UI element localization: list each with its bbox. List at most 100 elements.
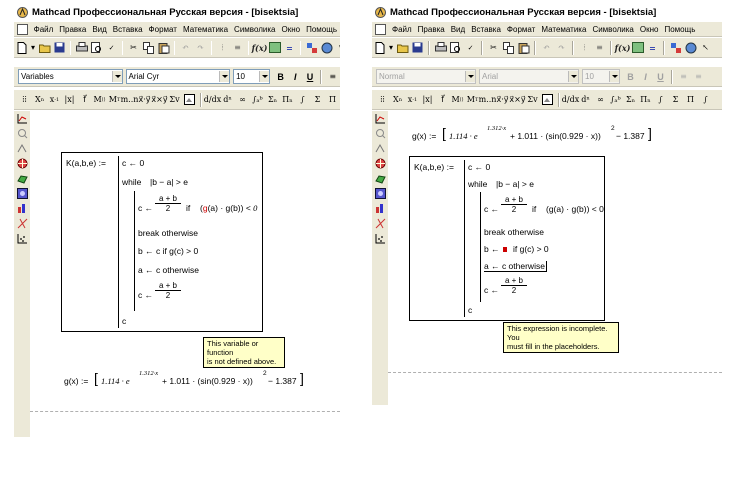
graph-palette-icon[interactable] [375, 113, 386, 124]
definite-integral-icon[interactable]: ∫ₐᵇ [609, 93, 622, 106]
resource-center-icon[interactable] [684, 41, 697, 54]
menu-view[interactable]: Вид [89, 25, 109, 34]
new-document-icon[interactable] [373, 41, 386, 54]
contour-palette-icon[interactable] [16, 188, 28, 199]
menu-file[interactable]: Файл [31, 25, 57, 34]
paste-icon[interactable] [517, 41, 530, 54]
align-down-icon[interactable]: ≡ [231, 41, 244, 54]
open-folder-icon[interactable] [38, 41, 51, 54]
underline-button[interactable]: U [654, 70, 667, 83]
menu-format[interactable]: Формат [504, 25, 538, 34]
summation-range-icon[interactable]: Σₙ [624, 93, 637, 106]
range-icon[interactable]: m..n [121, 93, 139, 106]
chevron-down-icon[interactable]: ▾ [30, 41, 36, 54]
undo-icon[interactable]: ↶ [540, 41, 553, 54]
document-icon[interactable] [375, 23, 386, 35]
product-icon[interactable]: Π [326, 93, 339, 106]
gx-definition[interactable]: g(x) := [ 1.114 · e 1.312·x + 1.011 · (s… [412, 125, 652, 147]
program-region[interactable]: K(a,b,e) := c ← 0 while |b − a| > e c ← … [61, 152, 263, 332]
vectorize-icon[interactable]: f⃗ [78, 93, 91, 106]
paste-icon[interactable] [157, 41, 170, 54]
sum-vector-icon[interactable]: Σv [526, 93, 539, 106]
align-across-icon[interactable]: ⦙ [578, 41, 591, 54]
save-icon[interactable] [411, 41, 424, 54]
surface-palette-icon[interactable] [374, 173, 386, 184]
range-icon[interactable]: m..n [479, 93, 497, 106]
bold-button[interactable]: B [274, 70, 287, 83]
font-select[interactable]: Arial [479, 69, 579, 84]
redo-icon[interactable]: ↷ [194, 41, 207, 54]
infinity-icon[interactable]: ∞ [594, 93, 607, 106]
indefinite-integral-icon[interactable]: ∫ [699, 93, 712, 106]
vector-field-palette-icon[interactable] [17, 233, 28, 244]
menu-window[interactable]: Окно [637, 25, 662, 34]
picture-icon[interactable] [541, 93, 554, 106]
redo-icon[interactable]: ↷ [555, 41, 568, 54]
calculate-icon[interactable]: = [283, 41, 296, 54]
spellcheck-icon[interactable]: ✓ [105, 41, 118, 54]
integral-icon[interactable]: ∫ [296, 93, 309, 106]
copy-icon[interactable] [502, 41, 515, 54]
trace-palette-icon[interactable] [17, 143, 28, 154]
menu-math[interactable]: Математика [180, 25, 231, 34]
bar-3d-palette-icon[interactable] [17, 203, 28, 214]
globe-palette-icon[interactable] [17, 158, 28, 169]
resource-center-icon[interactable] [320, 41, 333, 54]
menu-help[interactable]: Помощь [661, 25, 698, 34]
product-range-icon[interactable]: Πₙ [639, 93, 652, 106]
italic-button[interactable]: I [289, 70, 302, 83]
matrix-insert-icon[interactable]: ⁞⁞ [376, 93, 389, 106]
menu-window[interactable]: Окно [279, 25, 304, 34]
determinant-icon[interactable]: |x| [421, 93, 434, 106]
globe-palette-icon[interactable] [375, 158, 386, 169]
help-pointer-icon[interactable]: ↖ [699, 41, 712, 54]
insert-unit-icon[interactable] [268, 41, 281, 54]
transpose-icon[interactable]: MT [466, 93, 479, 106]
contour-palette-icon[interactable] [374, 188, 386, 199]
menu-edit[interactable]: Правка [56, 25, 89, 34]
cross-product-icon[interactable]: x⃗×y⃗ [151, 93, 167, 106]
picture-icon[interactable] [183, 93, 196, 106]
print-icon[interactable] [75, 41, 88, 54]
font-size-select[interactable]: 10 [582, 69, 620, 84]
matrix-insert-icon[interactable]: ⁞⁞ [18, 93, 31, 106]
component-icon[interactable] [669, 41, 682, 54]
menu-symbolics[interactable]: Символика [231, 25, 278, 34]
integral-icon[interactable]: ∫ [654, 93, 667, 106]
summation-icon[interactable]: Σ [311, 93, 324, 106]
worksheet[interactable]: K(a,b,e) := c ← 0 while |b − a| > e c ← … [30, 111, 340, 437]
copy-icon[interactable] [142, 41, 155, 54]
nth-derivative-icon[interactable]: dⁿ [221, 93, 234, 106]
dot-product-icon[interactable]: x⃗·y⃗ [496, 93, 509, 106]
align-center-icon[interactable]: ≡ [692, 70, 705, 83]
summation-range-icon[interactable]: Σₙ [266, 93, 279, 106]
nth-derivative-icon[interactable]: dⁿ [579, 93, 592, 106]
print-preview-icon[interactable] [449, 41, 462, 54]
insert-function-icon[interactable]: f(x) [615, 41, 631, 54]
menu-help[interactable]: Помощь [303, 25, 340, 34]
menu-edit[interactable]: Правка [415, 25, 448, 34]
determinant-icon[interactable]: |x| [63, 93, 76, 106]
style-select[interactable]: Normal [376, 69, 476, 84]
derivative-icon[interactable]: d/dx [204, 93, 221, 106]
zoom-palette-icon[interactable] [17, 128, 28, 139]
align-left-icon[interactable]: ≡ [677, 70, 690, 83]
help-pointer-icon[interactable]: ↖ [335, 41, 340, 54]
calculate-icon[interactable]: = [646, 41, 659, 54]
italic-button[interactable]: I [639, 70, 652, 83]
menu-symbolics[interactable]: Символика [589, 25, 636, 34]
new-document-icon[interactable] [15, 41, 28, 54]
inverse-icon[interactable]: x -1 [406, 93, 419, 106]
vector-field-palette-icon[interactable] [375, 233, 386, 244]
align-left-icon[interactable]: ≡ [326, 70, 339, 83]
cross-product-icon[interactable]: x⃗×y⃗ [509, 93, 525, 106]
derivative-icon[interactable]: d/dx [562, 93, 579, 106]
graph-palette-icon[interactable] [17, 113, 28, 124]
definite-integral-icon[interactable]: ∫ₐᵇ [251, 93, 264, 106]
cut-icon[interactable]: ✂ [487, 41, 500, 54]
spellcheck-icon[interactable]: ✓ [464, 41, 477, 54]
transpose-icon[interactable]: MT [108, 93, 121, 106]
product-icon[interactable]: Π [684, 93, 697, 106]
superscript-icon[interactable]: M ⟨⟩ [451, 93, 464, 106]
font-size-select[interactable]: 10 [233, 69, 271, 84]
